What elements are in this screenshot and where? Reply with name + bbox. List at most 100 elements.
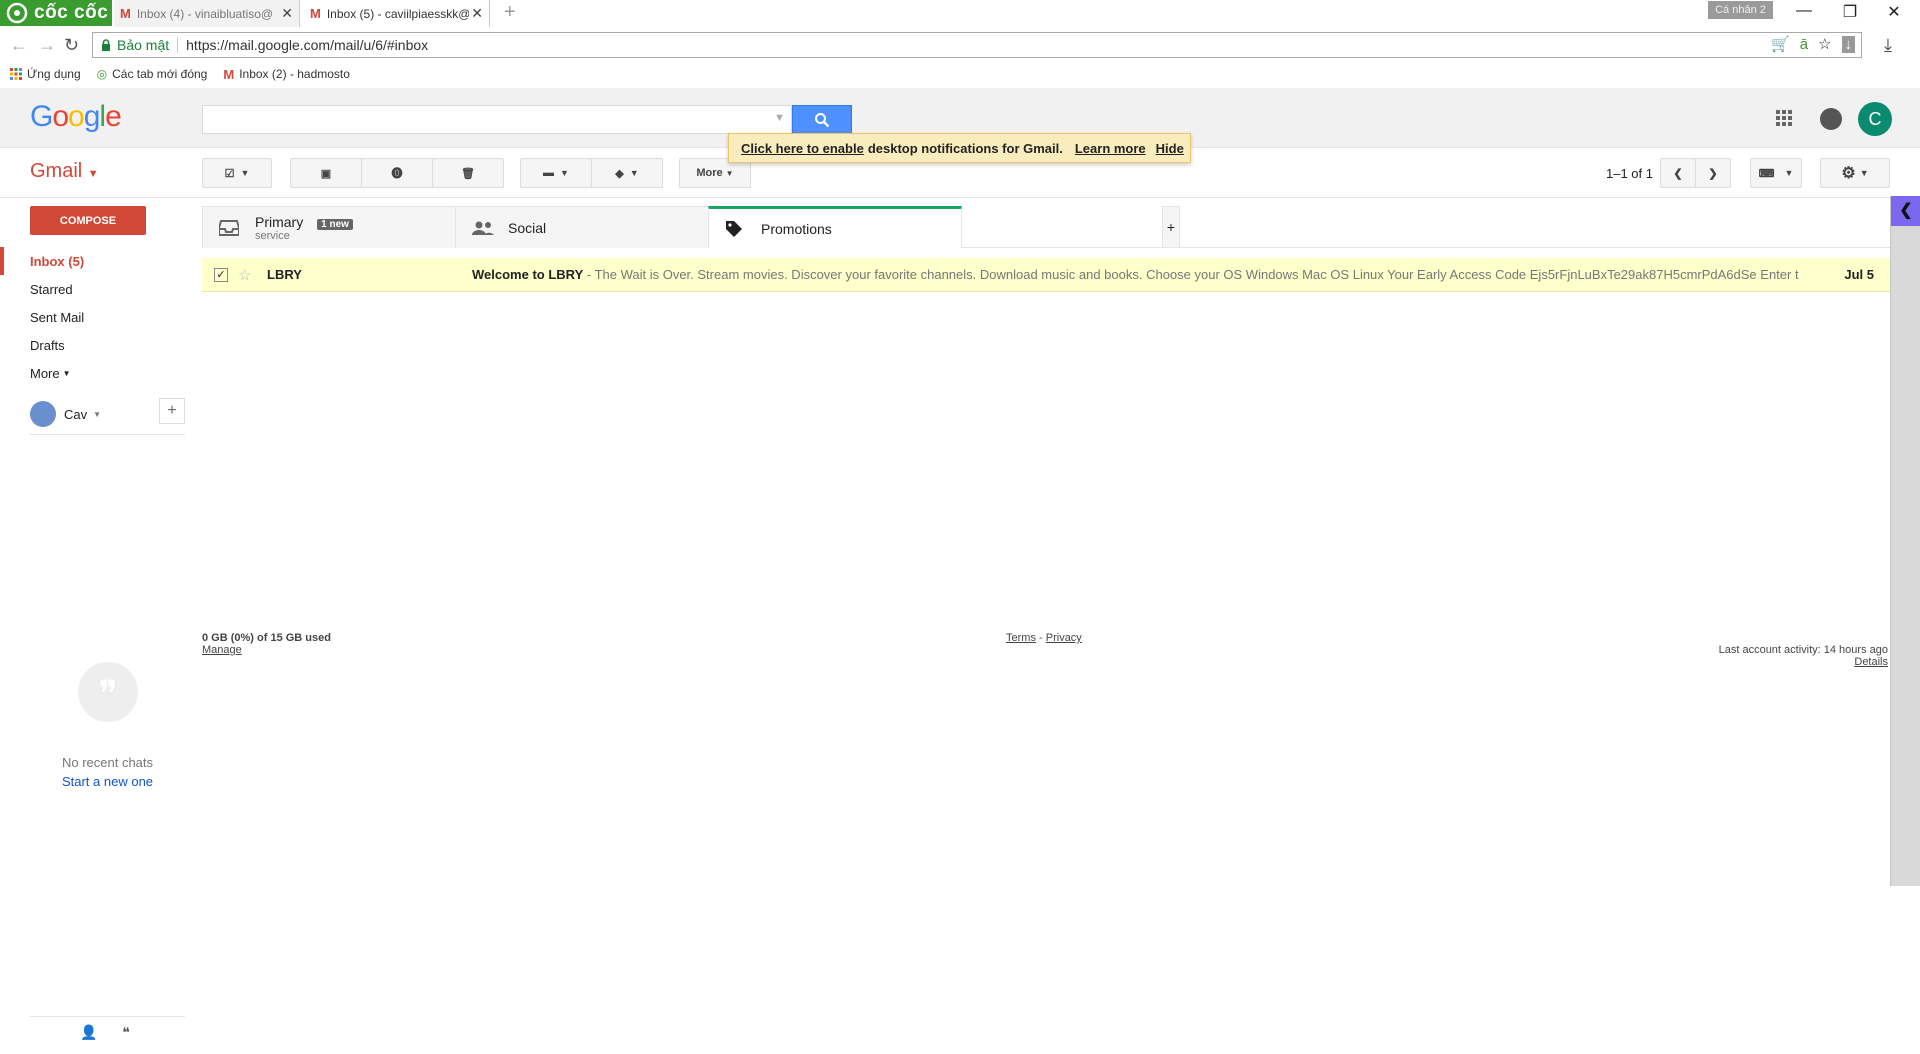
tab-title: Inbox (5) - caviilpiaesskk@ <box>326 6 469 21</box>
url-text[interactable]: https://mail.google.com/mail/u/6/#inbox <box>186 37 428 53</box>
recent-tabs-icon: ◎ <box>96 67 108 81</box>
browser-brand-label: cốc cốc <box>34 2 109 23</box>
hangouts-icon[interactable]: ❝ <box>111 1024 141 1041</box>
hangouts-user-name: Cav <box>64 406 88 422</box>
search-button[interactable] <box>792 105 852 135</box>
tab-social[interactable]: Social <box>455 206 709 248</box>
nav-item-drafts[interactable]: Drafts <box>0 331 185 359</box>
privacy-link[interactable]: Privacy <box>1046 632 1082 644</box>
enable-notifications-link[interactable]: Click here to enable <box>741 141 864 156</box>
move-to-button[interactable]: ▬ ▼ <box>520 158 592 188</box>
side-panel: ❮ <box>1890 196 1920 886</box>
learn-more-link[interactable]: Learn more <box>1075 141 1146 156</box>
omnibox-actions: 🛒 ā ☆ ↓ <box>1771 35 1855 53</box>
select-checkbox-button[interactable]: ☑ ▼ <box>202 158 272 188</box>
nav-item-label: Drafts <box>30 337 65 353</box>
checkbox-icon: ☑ <box>224 167 235 180</box>
bookmark-label: Ứng dụng <box>27 67 81 81</box>
input-tools-button[interactable]: ⌨ ▼ <box>1750 158 1802 188</box>
star-icon[interactable]: ☆ <box>238 266 251 284</box>
no-recent-chats-text: No recent chats <box>61 755 154 770</box>
gmail-favicon-icon: M <box>120 6 131 21</box>
side-panel-toggle-icon[interactable]: ❮ <box>1891 196 1920 226</box>
archive-button[interactable]: ▣ <box>290 158 362 188</box>
nav-item-inbox[interactable]: Inbox (5) <box>0 247 185 275</box>
folder-icon: ▬ <box>543 167 555 179</box>
activity-details-link[interactable]: Details <box>1719 656 1888 668</box>
translate-icon[interactable]: ā <box>1800 36 1808 53</box>
bookmark-recent-tabs[interactable]: ◎ Các tab mới đóng <box>97 67 208 81</box>
bookmark-star-icon[interactable]: ☆ <box>1818 35 1831 53</box>
inbox-icon <box>219 219 243 236</box>
user-avatar-icon <box>30 401 56 427</box>
chevron-down-icon: ▼ <box>1859 168 1869 178</box>
forward-arrow-icon[interactable]: → <box>38 35 56 56</box>
table-row[interactable]: ✓ ☆ LBRY Welcome to LBRY - The Wait is O… <box>202 258 1890 292</box>
profile-badge[interactable]: Cá nhân 2 <box>1708 1 1773 19</box>
browser-tab-1[interactable]: M Inbox (4) - vinaibluatiso@ ✕ <box>114 0 300 27</box>
chevron-down-icon: ▼ <box>1784 168 1794 178</box>
tab-primary[interactable]: Primary 1 new service <box>202 206 456 248</box>
archive-icon: ▣ <box>320 167 332 180</box>
desktop-notification-banner: Click here to enable desktop notificatio… <box>728 133 1191 163</box>
delete-button[interactable]: 🗑 <box>432 158 504 188</box>
bookmark-label: Inbox (2) - hadmosto <box>239 67 350 81</box>
secure-label: Bảo mật <box>117 37 170 53</box>
category-tabs: Primary 1 new service Social Promotions … <box>202 206 1890 248</box>
bookmark-gmail-inbox[interactable]: M Inbox (2) - hadmosto <box>223 67 350 82</box>
close-window-icon[interactable]: ✕ <box>1874 2 1914 22</box>
secure-indicator[interactable]: Bảo mật <box>101 37 169 53</box>
close-tab-icon[interactable]: ✕ <box>281 5 293 22</box>
row-checkbox[interactable]: ✓ <box>214 267 228 282</box>
labels-button[interactable]: ◆ ▼ <box>591 158 663 188</box>
nav-item-sent[interactable]: Sent Mail <box>0 303 185 331</box>
google-apps-icon[interactable] <box>1776 110 1792 126</box>
add-category-tab-button[interactable]: + <box>1162 206 1180 248</box>
search-options-caret-icon[interactable]: ▼ <box>774 112 785 124</box>
hide-notification-link[interactable]: Hide <box>1156 141 1184 156</box>
reload-icon[interactable]: ↻ <box>64 35 79 56</box>
pagination-count: 1–1 of 1 <box>1606 166 1653 181</box>
compose-button[interactable]: COMPOSE <box>30 206 146 235</box>
terms-link[interactable]: Terms <box>1006 632 1036 644</box>
tab-label: Primary <box>255 213 304 230</box>
newer-button[interactable]: ❮ <box>1660 158 1696 188</box>
keyboard-icon: ⌨ <box>1758 167 1775 180</box>
close-tab-icon[interactable]: ✕ <box>471 5 483 22</box>
nav-item-more[interactable]: More ▼ <box>0 359 185 387</box>
contacts-person-icon[interactable]: 👤 <box>74 1024 104 1041</box>
tab-promotions[interactable]: Promotions <box>708 206 962 248</box>
browser-tab-2[interactable]: M Inbox (5) - caviilpiaesskk@ ✕ <box>304 0 490 27</box>
gmail-app-menu[interactable]: Gmail ▼ <box>30 160 99 183</box>
address-row: ← → ↻ Bảo mật https://mail.google.com/ma… <box>0 27 1920 63</box>
new-conversation-button[interactable]: + <box>159 398 185 424</box>
new-tab-button[interactable]: + <box>504 1 516 24</box>
search-input[interactable]: ▼ <box>202 105 792 134</box>
start-new-chat-link[interactable]: Start a new one <box>40 774 175 789</box>
settings-button[interactable]: ⚙ ▼ <box>1820 158 1890 188</box>
back-arrow-icon[interactable]: ← <box>10 35 28 56</box>
nav-item-starred[interactable]: Starred <box>0 275 185 303</box>
nav-item-label: More <box>30 365 60 381</box>
bookmark-apps[interactable]: Ứng dụng <box>10 67 81 81</box>
shopping-cart-icon[interactable]: 🛒 <box>1771 35 1790 53</box>
omnibox[interactable]: Bảo mật https://mail.google.com/mail/u/6… <box>92 32 1862 58</box>
older-button[interactable]: ❯ <box>1695 158 1731 188</box>
nav-item-label: Starred <box>30 281 73 297</box>
tab-title: Inbox (4) - vinaibluatiso@ <box>136 6 274 21</box>
manage-storage-link[interactable]: Manage <box>202 644 242 656</box>
minimize-icon[interactable]: — <box>1784 2 1824 20</box>
chevron-down-icon: ▼ <box>62 368 71 378</box>
tab-label: Social <box>508 219 547 236</box>
chevron-down-icon: ▼ <box>560 168 569 178</box>
download-arrow-icon[interactable]: ↓ <box>1841 35 1855 53</box>
google-logo[interactable]: Google <box>30 100 122 134</box>
restore-icon[interactable]: ❐ <box>1830 2 1870 22</box>
account-avatar[interactable]: C <box>1858 102 1892 136</box>
message-subject: Welcome to LBRY <box>472 267 584 282</box>
notifications-bell-icon[interactable] <box>1820 108 1842 130</box>
nav-item-label: Inbox (5) <box>30 253 85 269</box>
downloads-icon[interactable]: ⤓ <box>1884 35 1892 56</box>
browser-titlebar: cốc cốc M Inbox (4) - vinaibluatiso@ ✕ M… <box>0 0 1920 27</box>
report-spam-button[interactable]: ⓿ <box>361 158 433 188</box>
